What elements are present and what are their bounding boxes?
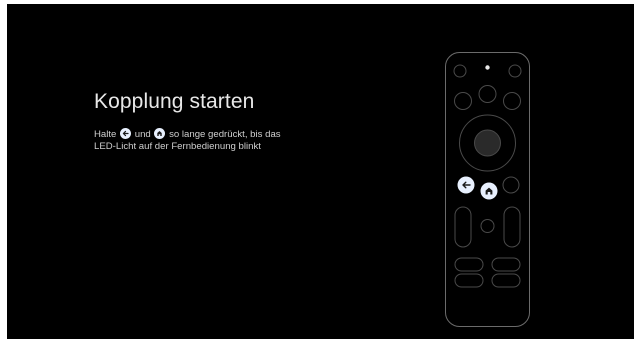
instruction-line-2: LED-Licht auf der Fernbedienung blinkt [94, 141, 261, 152]
pairing-instructions: Halte und so lange gedrückt, bis das LED… [94, 128, 394, 153]
remote-illustration [445, 52, 535, 330]
back-arrow-icon [120, 128, 132, 139]
pairing-screen: Kopplung starten Halte und so lange gedr… [7, 4, 634, 339]
page-title: Kopplung starten [94, 90, 255, 113]
led-indicator [485, 65, 490, 70]
dpad-center [474, 129, 501, 157]
instruction-line-1: Halte und so lange gedrückt, bis das [94, 128, 394, 141]
home-icon [154, 128, 166, 139]
instruction-prefix: Halte [94, 129, 117, 140]
instruction-suffix: so lange gedrückt, bis das [169, 129, 281, 140]
instruction-connector: und [134, 129, 151, 140]
